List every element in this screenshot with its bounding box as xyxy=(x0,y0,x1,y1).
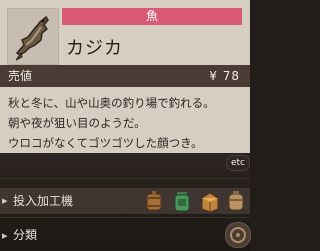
oil-maker-icon[interactable] xyxy=(225,189,247,213)
menu-label-category[interactable]: 分類 xyxy=(13,226,37,243)
item-description: 秋と冬に、山や山奥の釣り場で釣れる。 朝や夜が狙い目のようだ。 ウロコがなくてゴ… xyxy=(8,93,244,153)
item-icon-frame xyxy=(7,8,59,65)
chevron-right-icon: ▸ xyxy=(2,194,8,207)
menu-row-machines[interactable]: ▸ 投入加工機 xyxy=(0,188,250,214)
category-banner: 魚 xyxy=(62,8,242,25)
price-value: ¥ 78 xyxy=(209,69,240,83)
item-name: カジカ xyxy=(66,38,123,59)
description-line: 朝や夜が狙い目のようだ。 xyxy=(8,116,146,130)
price-label: 売値 xyxy=(8,69,33,83)
description-line: ウロコがなくてゴツゴツした顔つき。 xyxy=(8,136,203,150)
separator xyxy=(0,178,250,179)
category-round-button[interactable] xyxy=(225,222,251,248)
preserves-jar-icon[interactable] xyxy=(171,189,193,213)
item-info-panel: 魚 カジカ 売値 ¥ 78 秋と冬に、山や山奥の釣り場で釣れる。 朝や夜が狙い目… xyxy=(0,0,250,153)
barrel-icon[interactable] xyxy=(199,189,221,213)
menu-label-machines: 投入加工機 xyxy=(13,194,74,208)
description-line: 秋と冬に、山や山奥の釣り場で釣れる。 xyxy=(8,96,215,110)
etc-button[interactable]: etc xyxy=(226,155,250,171)
price-row: 売値 ¥ 78 xyxy=(0,65,250,87)
fish-icon xyxy=(15,15,49,61)
separator xyxy=(0,217,250,218)
chevron-right-icon: ▸ xyxy=(2,229,8,242)
wheel-icon xyxy=(230,227,246,243)
keg-icon[interactable] xyxy=(143,189,165,213)
